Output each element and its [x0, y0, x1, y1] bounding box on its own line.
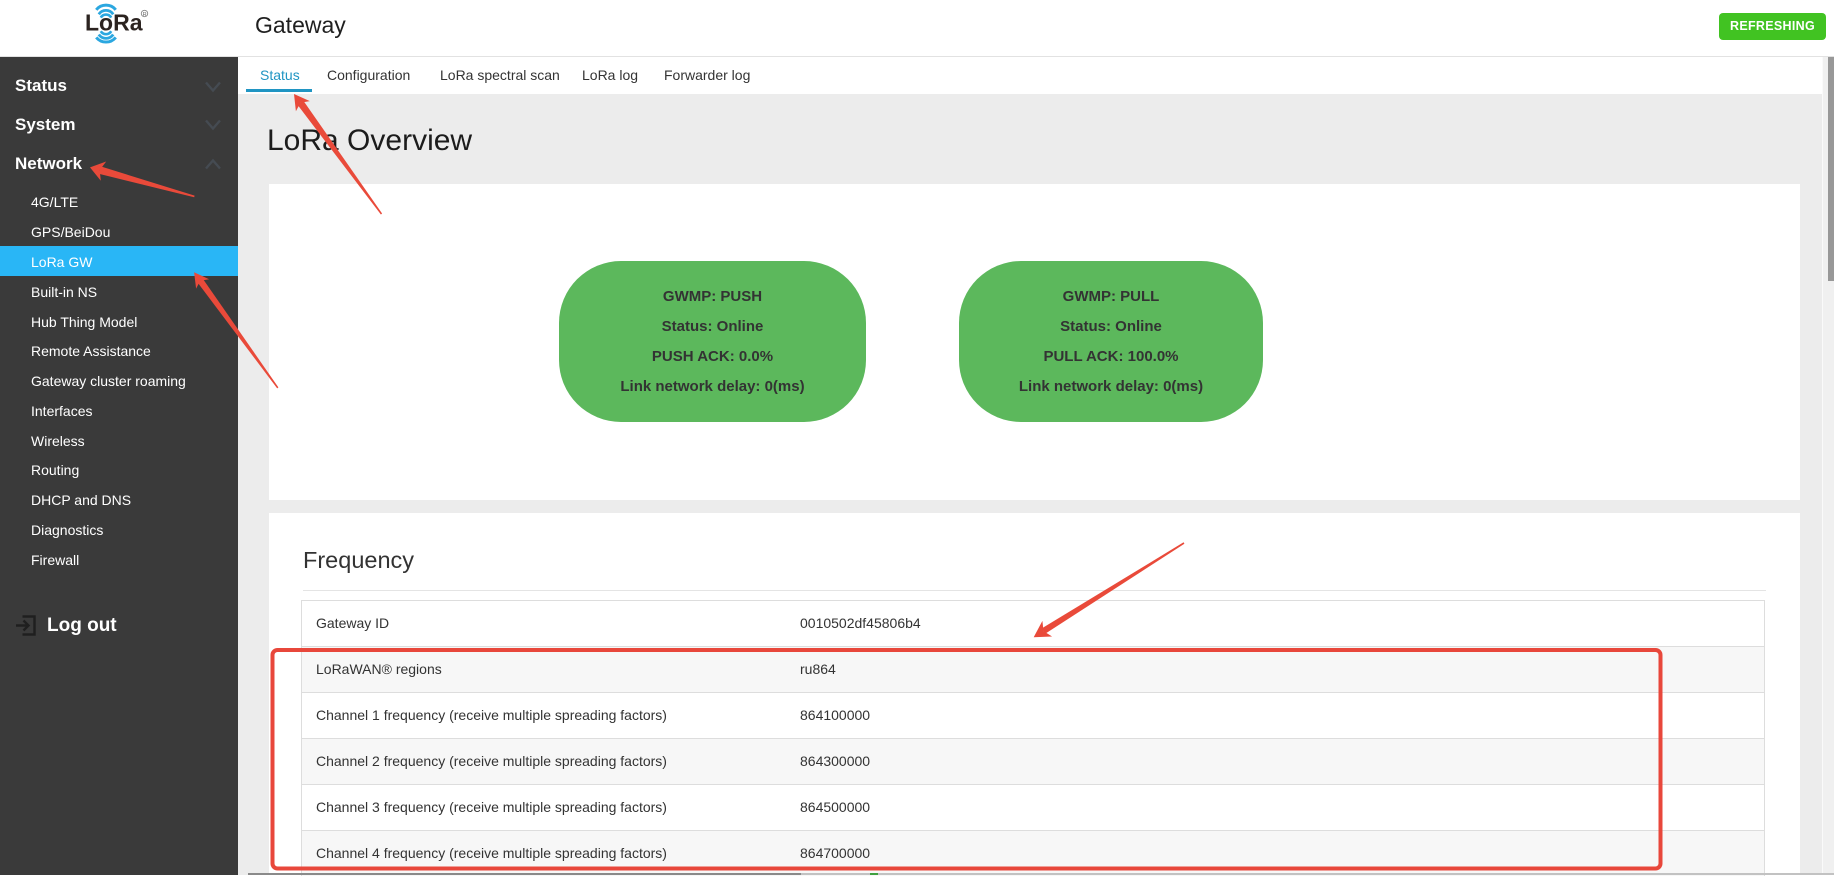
svg-text:R: R [143, 12, 147, 18]
svg-text:LoRa: LoRa [85, 10, 143, 36]
